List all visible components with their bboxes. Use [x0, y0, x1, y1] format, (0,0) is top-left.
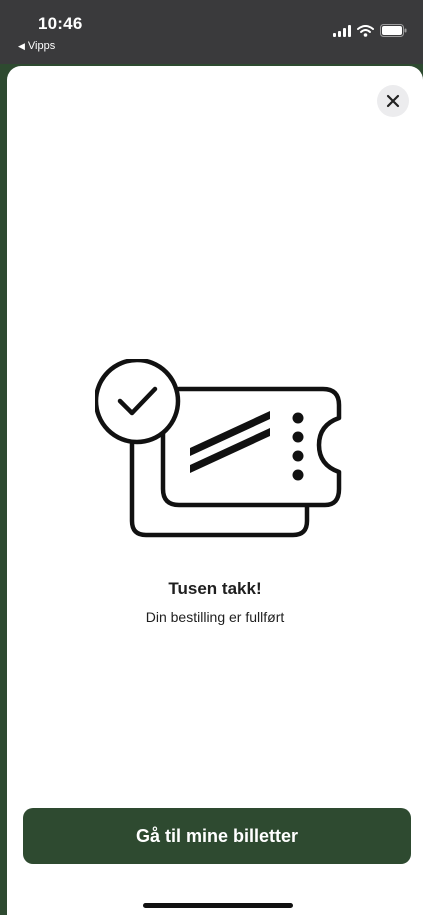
status-icons	[333, 24, 407, 37]
confirmation-sheet: Tusen takk! Din bestilling er fullført G…	[7, 66, 423, 915]
go-to-my-tickets-button[interactable]: Gå til mine billetter	[23, 808, 411, 864]
ticket-checkmark-icon	[95, 359, 342, 538]
back-triangle-icon: ◀	[18, 40, 25, 51]
battery-icon	[380, 24, 407, 37]
back-app-label: Vipps	[27, 40, 56, 52]
wifi-icon	[357, 24, 374, 37]
close-button[interactable]	[377, 85, 409, 117]
status-bar: 10:46 ◀ Vipps	[0, 0, 423, 64]
confirmation-subtitle: Din bestilling er fullført	[145, 609, 285, 625]
status-time: 10:46	[38, 14, 83, 33]
cellular-signal-icon	[333, 24, 351, 37]
confirmation-title: Tusen takk!	[168, 579, 262, 598]
home-indicator[interactable]	[143, 903, 293, 908]
close-icon	[386, 94, 400, 108]
back-to-app-link[interactable]: ◀ Vipps	[18, 40, 55, 52]
